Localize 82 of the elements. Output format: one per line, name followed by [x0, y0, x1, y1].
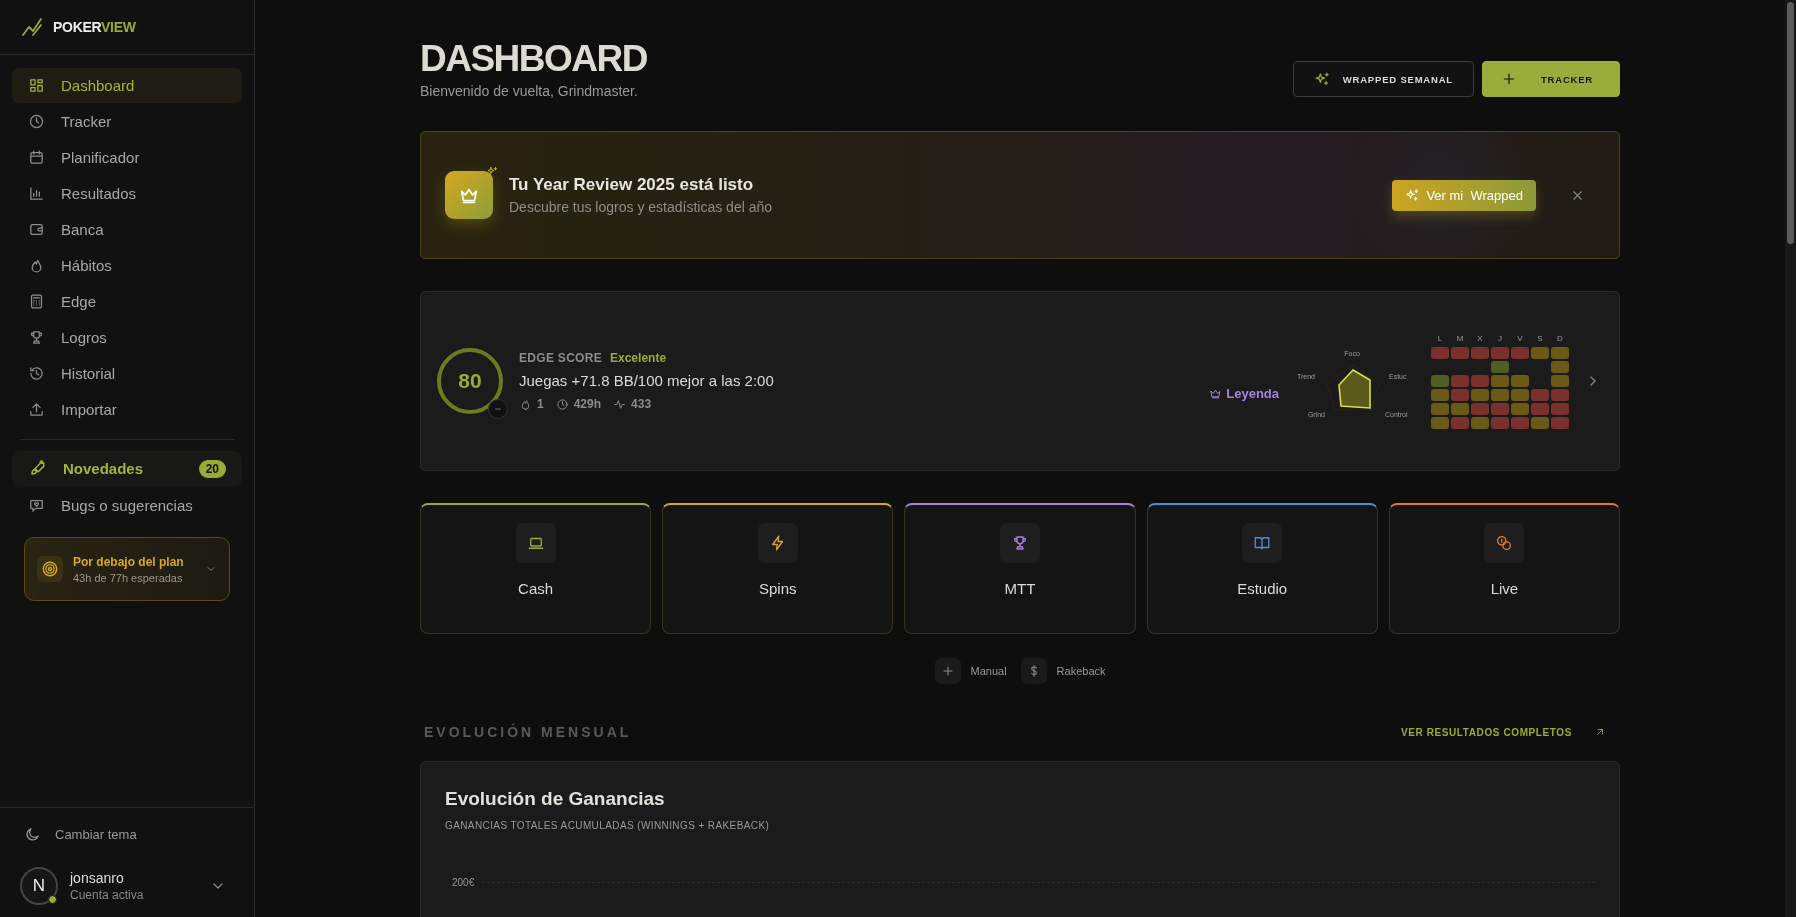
- category-card[interactable]: Live: [1388, 503, 1620, 634]
- plan-card[interactable]: Por debajo del plan 43h de 77h esperadas: [24, 537, 230, 601]
- quick-action-link[interactable]: Rakeback: [1020, 658, 1106, 684]
- nav-item[interactable]: Novedades 20: [12, 451, 242, 486]
- axis-label: 200€: [452, 877, 475, 888]
- stat-value: 429h: [573, 397, 602, 411]
- day-label: J: [1497, 333, 1503, 344]
- nav-item[interactable]: Tracker: [12, 104, 242, 139]
- plan-title: Por debajo del plan: [73, 554, 185, 569]
- wrapped-button[interactable]: WRAPPED SEMANAL: [1292, 61, 1474, 97]
- trophy-icon: [1011, 534, 1029, 552]
- nav-item[interactable]: Historial: [12, 356, 242, 391]
- nav-item[interactable]: Banca: [12, 212, 242, 247]
- flame-icon: [519, 397, 532, 411]
- banner-subtitle: Descubre tus logros y estadísticas del año: [509, 199, 774, 215]
- stat-value: 433: [631, 397, 652, 411]
- tracker-button[interactable]: TRACKER: [1481, 61, 1620, 97]
- score-rating: Excelente: [610, 351, 667, 365]
- nav-item[interactable]: Logros: [12, 320, 242, 355]
- insight-text: Juegas +71.8 BB/100 mejor a las 2:00: [519, 372, 775, 389]
- nav-item[interactable]: Edge: [12, 284, 242, 319]
- coins-icon: [1495, 534, 1514, 552]
- book-icon: [1253, 534, 1272, 552]
- chart-title: Evolución de Ganancias: [445, 788, 666, 810]
- radar-grid: [1326, 364, 1380, 411]
- arrow-up-right-icon: [1594, 726, 1606, 738]
- chart-subtitle: GANANCIAS TOTALES ACUMULADAS (WINNINGS + RAKEBACK): [445, 820, 771, 831]
- avatar: N: [20, 867, 58, 905]
- plan-subtitle: 43h de 77h esperadas: [73, 571, 184, 584]
- banner-title: Tu Year Review 2025 está listo: [509, 175, 755, 195]
- brand-name: POKERVIEW: [53, 19, 136, 35]
- upload-icon: [28, 401, 45, 418]
- user-status: Cuenta activa: [70, 888, 145, 902]
- section-title: EVOLUCIÓN MENSUAL: [424, 724, 632, 740]
- day-label: D: [1556, 333, 1564, 344]
- day-label: X: [1476, 333, 1484, 344]
- category-card[interactable]: MTT: [904, 503, 1136, 634]
- calculator-icon: [28, 293, 45, 310]
- sparkles-icon: [1313, 70, 1331, 88]
- nav-item[interactable]: Hábitos: [12, 248, 242, 283]
- logo-icon: [20, 15, 44, 39]
- moon-icon: [24, 826, 41, 843]
- minus-badge[interactable]: [488, 399, 508, 419]
- stat-value: 1: [537, 397, 544, 411]
- wallet-icon: [28, 221, 45, 238]
- scrollbar[interactable]: [1785, 0, 1796, 917]
- results-link[interactable]: VER RESULTADOS COMPLETOS: [1400, 726, 1616, 738]
- scroll-thumb[interactable]: [1787, 2, 1794, 244]
- plus-icon: [940, 664, 955, 678]
- radar-shape: [1338, 369, 1371, 409]
- user-name: jonsanro: [70, 870, 125, 886]
- nav-item[interactable]: Resultados: [12, 176, 242, 211]
- quick-action-link[interactable]: Manual: [934, 658, 1007, 684]
- score-label: EDGE SCORE: [519, 351, 602, 365]
- bar-chart-icon: [28, 185, 45, 202]
- calendar-icon: [28, 149, 45, 166]
- category-card[interactable]: Cash: [420, 503, 652, 634]
- nav-item[interactable]: Dashboard: [12, 68, 242, 103]
- rank-label: Leyenda: [1226, 385, 1279, 401]
- nav-item[interactable]: Bugs o sugerencias: [12, 488, 242, 523]
- count-badge: 20: [198, 459, 226, 478]
- page-subtitle: Bienvenido de vuelta, Grindmaster.: [420, 83, 639, 99]
- sparkles-icon: [1405, 187, 1421, 203]
- day-label: M: [1455, 333, 1465, 344]
- day-label: V: [1516, 333, 1524, 344]
- day-label: S: [1536, 333, 1544, 344]
- page-title: DASHBOARD: [420, 40, 647, 77]
- clock-icon: [28, 113, 45, 130]
- theme-toggle[interactable]: Cambiar tema: [0, 820, 254, 849]
- target-icon: [41, 560, 59, 578]
- activity-icon: [613, 397, 627, 411]
- message-heart-icon: [28, 497, 45, 514]
- history-icon: [28, 365, 45, 382]
- nav-item[interactable]: Importar: [12, 392, 242, 427]
- trophy-icon: [28, 329, 45, 346]
- category-card[interactable]: Spins: [662, 503, 894, 634]
- day-label: L: [1436, 333, 1444, 344]
- status-dot: [48, 895, 57, 904]
- category-card[interactable]: Estudio: [1146, 503, 1378, 634]
- clock-icon: [555, 397, 569, 411]
- grid-icon: [28, 77, 45, 94]
- nav-item[interactable]: Planificador: [12, 140, 242, 175]
